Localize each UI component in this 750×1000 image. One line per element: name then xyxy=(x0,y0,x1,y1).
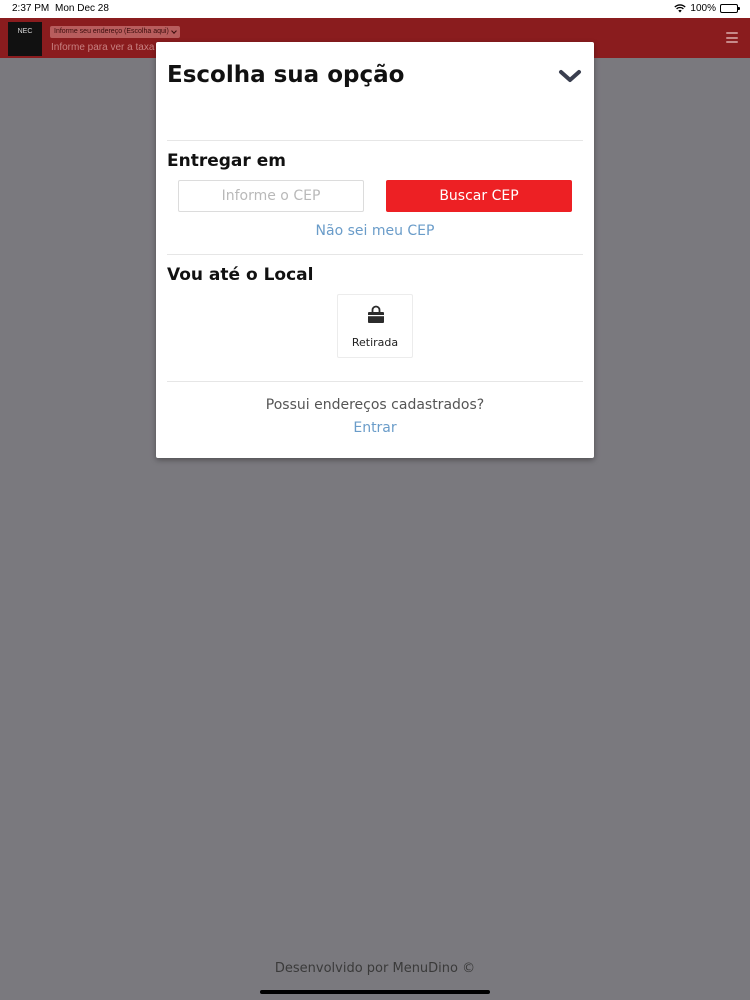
deliver-section-title: Entregar em xyxy=(167,151,286,171)
restaurant-logo[interactable]: NEC xyxy=(8,22,42,56)
delivery-option-modal: Escolha sua opção Entregar em Buscar CEP… xyxy=(156,42,594,458)
status-date: Mon Dec 28 xyxy=(55,3,109,14)
delivery-tax-info: Informe para ver a taxa xyxy=(51,42,155,53)
registered-addresses-question: Possui endereços cadastrados? xyxy=(265,397,485,413)
unknown-cep-link[interactable]: Não sei meu CEP xyxy=(156,223,594,239)
footer-credit: Desenvolvido por MenuDino © xyxy=(274,961,476,976)
battery-icon xyxy=(720,4,740,13)
pickup-section-title: Vou até o Local xyxy=(167,265,314,285)
address-select-button[interactable]: Informe seu endereço (Escolha aqui) xyxy=(50,26,180,38)
status-time: 2:37 PM xyxy=(12,3,50,14)
divider xyxy=(167,381,583,382)
login-link[interactable]: Entrar xyxy=(156,420,594,436)
chevron-down-icon xyxy=(170,28,177,34)
status-bar: 2:37 PM Mon Dec 28 100% xyxy=(0,0,750,18)
home-indicator[interactable] xyxy=(260,990,490,994)
hamburger-menu-icon[interactable] xyxy=(726,32,738,43)
logo-text: NEC xyxy=(17,28,33,35)
cep-input[interactable] xyxy=(178,180,364,212)
status-right: 100% xyxy=(674,3,740,14)
battery-percentage: 100% xyxy=(690,3,716,14)
modal-title: Escolha sua opção xyxy=(167,62,405,88)
pickup-option-label: Retirada xyxy=(351,336,399,349)
search-cep-button[interactable]: Buscar CEP xyxy=(386,180,572,212)
divider xyxy=(167,254,583,255)
shopping-bag-icon xyxy=(366,305,386,325)
pickup-option-button[interactable]: Retirada xyxy=(337,294,413,358)
address-select-label: Informe seu endereço (Escolha aqui) xyxy=(54,28,169,35)
wifi-icon xyxy=(674,4,687,13)
chevron-down-icon[interactable] xyxy=(558,66,582,86)
divider xyxy=(167,140,583,141)
